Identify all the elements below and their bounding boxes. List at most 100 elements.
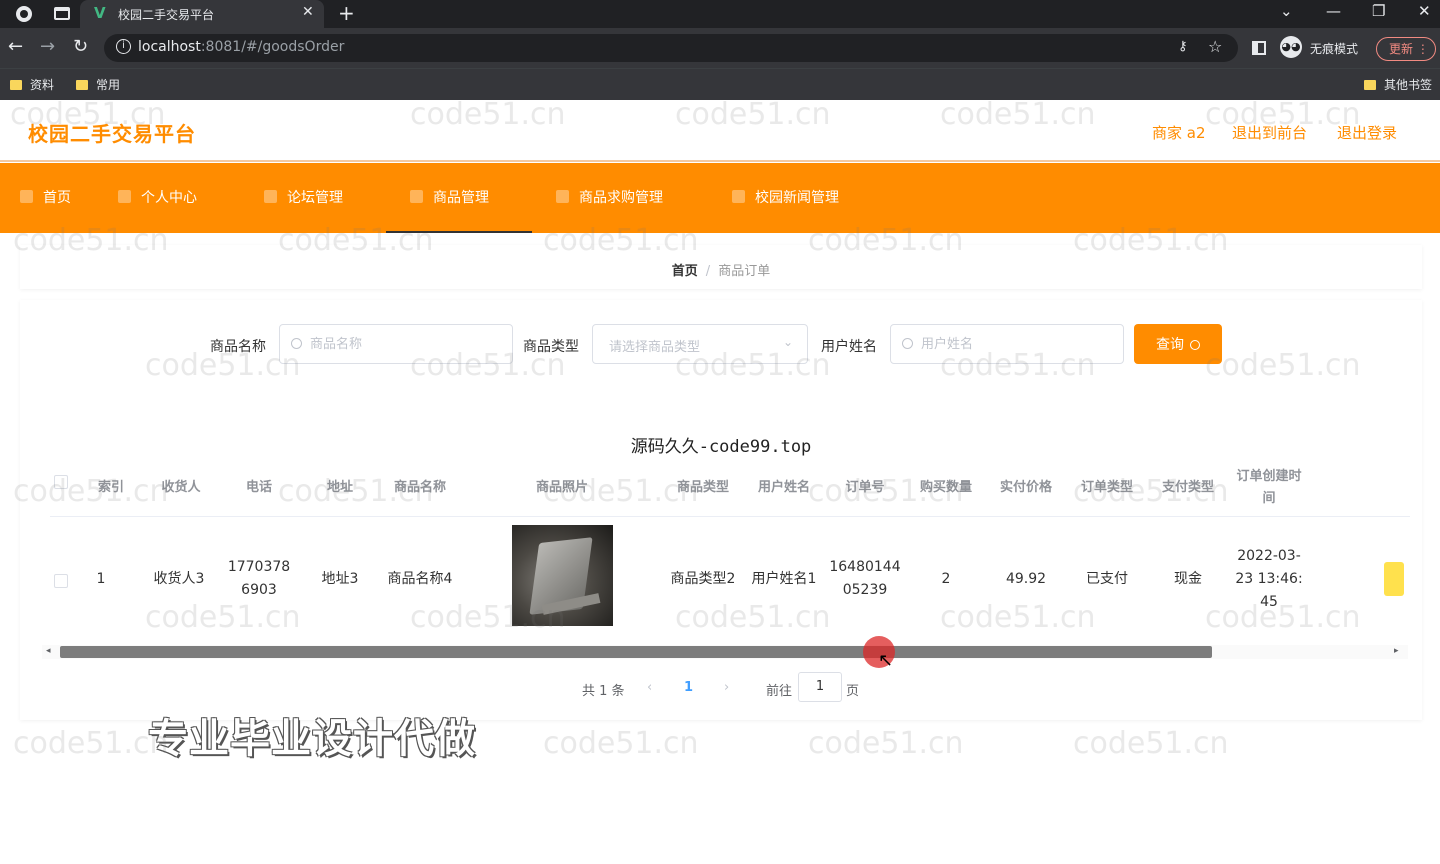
pagination-page-1[interactable]: 1 (684, 680, 693, 695)
column-header-order-type: 订单类型 (1080, 480, 1133, 495)
forward-arrow-icon[interactable]: → (40, 36, 55, 57)
pagination-page-unit: 页 (846, 684, 860, 699)
user-name-label: 用户姓名 (821, 339, 877, 355)
search-icon (902, 338, 913, 349)
folder-icon (10, 80, 22, 90)
tab-list-chevron-icon[interactable]: ⌄ (1280, 2, 1293, 20)
column-header-quantity: 购买数量 (919, 480, 972, 495)
main-nav: 首页 个人中心 论坛管理 商品管理 商品求购管理 校园新闻管理 (0, 163, 1440, 233)
search-icon (1190, 340, 1200, 350)
mouse-cursor-icon: ↖ (878, 650, 894, 671)
pagination-goto-input[interactable]: 1 (798, 672, 842, 702)
goods-name-field[interactable] (279, 324, 513, 364)
bookmarks-bar: 资料 常用 其他书签 (0, 68, 1440, 100)
nav-item-goods-request[interactable]: 商品求购管理 (556, 163, 663, 233)
nav-item-forum[interactable]: 论坛管理 (264, 163, 343, 233)
tab-search-icon[interactable] (54, 7, 70, 20)
url-field[interactable]: i localhost:8081/#/goodsOrder ⚷ ☆ (104, 34, 1238, 62)
column-header-pay-type: 支付类型 (1161, 480, 1214, 495)
goods-name-label: 商品名称 (210, 339, 266, 355)
site-title: 校园二手交易平台 (28, 122, 196, 146)
folder-icon (1364, 80, 1376, 90)
column-header-goods-name: 商品名称 (393, 480, 446, 495)
cell-quantity: 2 (941, 570, 951, 587)
user-name-field[interactable] (890, 324, 1124, 364)
site-info-icon[interactable]: i (116, 39, 131, 54)
column-header-index: 索引 (97, 480, 124, 495)
nav-item-home[interactable]: 首页 (20, 163, 71, 233)
row-checkbox[interactable] (54, 574, 68, 588)
folder-icon (76, 80, 88, 90)
vue-logo-icon: V (94, 4, 106, 22)
search-icon (291, 338, 302, 349)
cell-user-name: 用户姓名1 (751, 570, 817, 587)
chevron-down-icon: ⌄ (782, 335, 793, 349)
cell-goods-type: 商品类型2 (670, 570, 736, 587)
bookmark-folder-common[interactable]: 常用 (76, 76, 120, 93)
flag-icon (264, 190, 277, 203)
nav-item-news[interactable]: 校园新闻管理 (732, 163, 839, 233)
back-arrow-icon[interactable]: ← (8, 36, 23, 57)
back-to-front-link[interactable]: 退出到前台 (1232, 122, 1307, 143)
column-header-goods-photo: 商品照片 (535, 480, 588, 495)
other-bookmarks[interactable]: 其他书签 (1364, 76, 1432, 93)
bookmark-folder-docs[interactable]: 资料 (10, 76, 54, 93)
nav-item-personal-center[interactable]: 个人中心 (118, 163, 197, 233)
address-bar: ← → ↻ i localhost:8081/#/goodsOrder ⚷ ☆ … (0, 28, 1440, 68)
nav-item-goods[interactable]: 商品管理 (386, 163, 532, 233)
cell-created-at: 2022-03-23 13:46:45 (1235, 547, 1303, 610)
minimize-icon[interactable]: — (1326, 2, 1341, 20)
side-panel-icon[interactable] (1252, 41, 1266, 55)
user-icon (118, 190, 131, 203)
column-header-goods-type: 商品类型 (676, 480, 729, 495)
column-header-address: 地址 (326, 480, 353, 495)
cell-index: 1 (96, 570, 106, 587)
close-tab-icon[interactable]: ✕ (302, 4, 314, 20)
watermark: code51.cn (543, 726, 699, 761)
bookmark-star-icon[interactable]: ☆ (1208, 37, 1222, 56)
password-key-icon[interactable]: ⚷ (1178, 39, 1188, 54)
watermark: code51.cn (808, 726, 964, 761)
pagination-prev-icon[interactable]: ‹ (647, 680, 652, 695)
breadcrumb-home[interactable]: 首页 (672, 264, 698, 279)
globe-icon[interactable] (16, 6, 32, 22)
incognito-icon: ◕◕ (1280, 36, 1302, 58)
table-header-divider (50, 516, 1410, 517)
browser-tab[interactable]: V 校园二手交易平台 ✕ (80, 0, 324, 28)
goods-icon (410, 190, 423, 203)
reload-icon[interactable]: ↻ (73, 36, 88, 57)
query-button[interactable]: 查询 (1134, 324, 1222, 364)
order-panel: 商品名称 商品类型 请选择商品类型 ⌄ 用户姓名 查询 源码久久-code99.… (20, 300, 1422, 720)
restore-icon[interactable]: ❐ (1372, 2, 1385, 20)
table-title: 源码久久-code99.top (630, 437, 812, 457)
breadcrumb-current: 商品订单 (718, 264, 771, 279)
column-header-phone: 电话 (245, 480, 272, 495)
merchant-account-link[interactable]: 商家 a2 (1152, 122, 1206, 143)
news-icon (732, 190, 745, 203)
browser-tab-bar: V 校园二手交易平台 ✕ + ⌄ — ❐ ✕ (0, 0, 1440, 28)
goods-type-label: 商品类型 (523, 339, 579, 355)
scrollbar-thumb[interactable] (60, 646, 1212, 658)
goods-photo-laptop[interactable] (512, 525, 613, 626)
user-name-input[interactable] (921, 333, 1111, 355)
scroll-left-arrow-icon[interactable]: ◂ (46, 646, 51, 656)
cell-receiver: 收货人3 (153, 570, 205, 587)
cell-pay-type: 现金 (1174, 570, 1202, 587)
incognito-label: 无痕模式 (1310, 42, 1359, 56)
incognito-indicator[interactable]: ◕◕ 无痕模式 (1280, 36, 1372, 60)
breadcrumb-separator: / (705, 264, 711, 279)
goods-name-input[interactable] (310, 333, 500, 355)
column-header-price: 实付价格 (999, 480, 1052, 495)
breadcrumb: 首页 / 商品订单 (20, 245, 1422, 289)
close-window-icon[interactable]: ✕ (1418, 2, 1431, 20)
select-all-checkbox[interactable] (54, 475, 68, 489)
logout-link[interactable]: 退出登录 (1337, 122, 1397, 143)
update-button[interactable]: 更新 ⋮ (1376, 37, 1436, 61)
scroll-right-arrow-icon[interactable]: ▸ (1394, 646, 1399, 656)
watermark: code51.cn (13, 726, 169, 761)
row-action-button[interactable] (1384, 562, 1404, 596)
pagination-next-icon[interactable]: › (724, 680, 729, 695)
goods-type-placeholder: 请选择商品类型 (609, 340, 701, 355)
goods-type-select[interactable]: 请选择商品类型 ⌄ (592, 324, 808, 364)
new-tab-button[interactable]: + (338, 1, 355, 25)
